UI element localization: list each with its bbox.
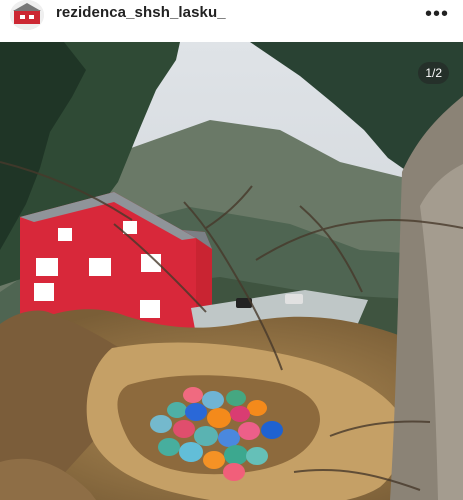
- post-photo: 1/2: [0, 42, 463, 500]
- more-options-icon[interactable]: •••: [425, 3, 449, 26]
- post-header: rezidenca_shsh_lasku_ •••: [0, 0, 463, 42]
- username[interactable]: rezidenca_shsh_lasku_: [56, 4, 226, 21]
- scenic-image: [0, 42, 463, 500]
- avatar-image: [10, 0, 44, 30]
- carousel-counter: 1/2: [418, 62, 449, 84]
- profile-avatar[interactable]: [10, 0, 44, 30]
